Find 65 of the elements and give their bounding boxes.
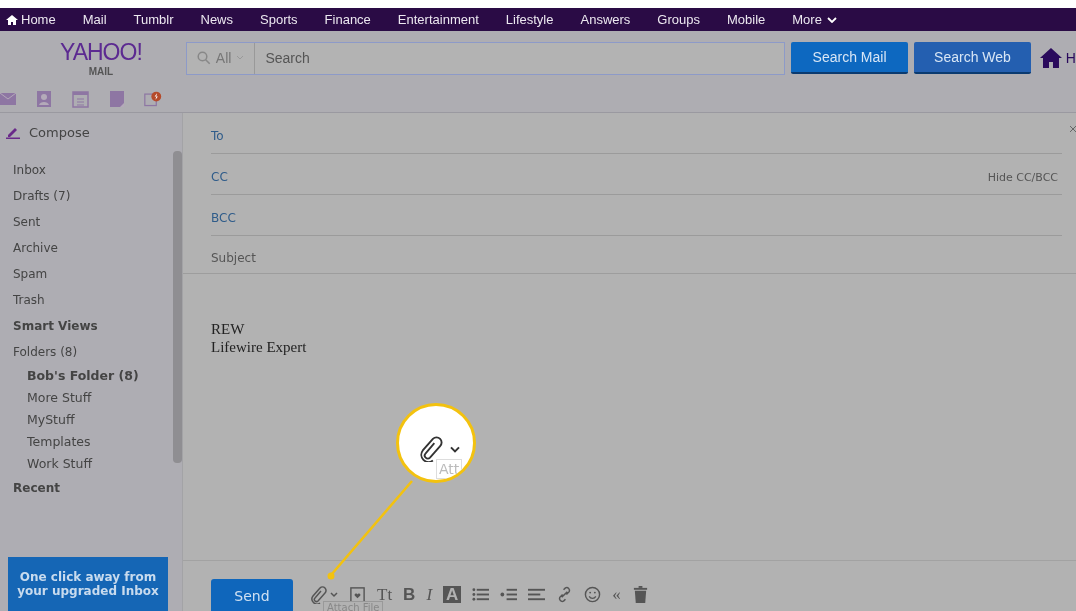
field-label: CC — [211, 170, 228, 184]
search-icon — [196, 51, 211, 65]
sidebar-item[interactable]: Folders (8) — [13, 339, 168, 365]
home-icon — [6, 13, 18, 26]
send-button[interactable]: Send — [211, 579, 293, 611]
message-text: Lifewire Expert — [211, 338, 308, 356]
home-icon[interactable] — [1038, 47, 1063, 69]
trash-icon[interactable] — [631, 586, 649, 603]
scrollbar[interactable] — [173, 151, 182, 463]
field-label: To — [211, 129, 224, 143]
nav-link[interactable]: Lifestyle — [505, 12, 554, 27]
upgrade-banner[interactable]: One click away from your upgraded Inbox — [8, 557, 168, 611]
nav-link[interactable]: News — [200, 12, 233, 27]
hide-cc-bcc-link[interactable]: Hide CC/BCC — [987, 170, 1058, 184]
sidebar-item[interactable]: Bob's Folder (8) — [13, 365, 168, 387]
nav-link[interactable]: Finance — [324, 12, 371, 27]
sidebar-item[interactable]: Trash — [13, 287, 168, 313]
nav-link[interactable]: Tumblr — [133, 12, 174, 27]
indent-icon[interactable] — [500, 586, 518, 603]
nav-link[interactable]: Mail — [82, 12, 107, 27]
field-label: BCC — [211, 211, 236, 225]
italic-button[interactable]: I — [426, 586, 433, 603]
attach-button[interactable] — [309, 585, 338, 604]
close-icon[interactable] — [1070, 126, 1076, 132]
sidebar-item[interactable]: Inbox — [13, 157, 168, 183]
search-button[interactable]: Search Web — [914, 42, 1031, 74]
paperclip-icon — [417, 436, 443, 462]
tooltip: Att — [436, 459, 463, 479]
text-color-button[interactable]: A — [443, 586, 462, 603]
nav-link[interactable]: Mobile — [727, 12, 766, 27]
compose-button[interactable]: Compose — [0, 113, 182, 151]
sidebar-item[interactable]: Sent — [13, 209, 168, 235]
sidebar-item[interactable]: More Stuff — [13, 387, 168, 409]
sidebar-item[interactable]: Recent — [13, 475, 168, 501]
nav-link[interactable]: Entertainment — [397, 12, 479, 27]
nav-link[interactable]: Answers — [580, 12, 631, 27]
pencil-icon — [6, 125, 20, 139]
nav-link[interactable]: More — [792, 12, 837, 27]
align-left-icon[interactable] — [528, 586, 546, 603]
sidebar-item[interactable]: Archive — [13, 235, 168, 261]
sidebar-item[interactable]: Drafts (7) — [13, 183, 168, 209]
toolbar-button[interactable]: « — [612, 586, 621, 603]
news-feed-icon[interactable] — [144, 89, 162, 108]
nav-link[interactable]: Groups — [657, 12, 700, 27]
paperclip-icon — [309, 585, 327, 604]
message-text: REW — [211, 320, 246, 338]
sidebar-item[interactable]: Templates — [13, 431, 168, 453]
sidebar-item[interactable]: MyStuff — [13, 409, 168, 431]
bullet-list-icon[interactable] — [472, 586, 490, 603]
cut-off-link[interactable]: H — [1065, 50, 1076, 66]
nav-link[interactable]: Sports — [260, 12, 298, 27]
sidebar-item[interactable]: Spam — [13, 261, 168, 287]
field-label: Subject — [211, 250, 256, 265]
toolbar-button[interactable]: Tt — [377, 586, 393, 603]
caret-icon — [236, 55, 245, 61]
caret-icon — [330, 591, 338, 598]
bold-button[interactable]: B — [403, 586, 416, 603]
emoji-icon[interactable] — [584, 586, 602, 603]
nav-link[interactable]: Home — [6, 12, 56, 27]
sidebar-item[interactable]: Work Stuff — [13, 453, 168, 475]
caret-icon — [826, 16, 837, 23]
caret-icon — [449, 446, 461, 454]
sidebar-item[interactable]: Smart Views — [13, 313, 168, 339]
search-button[interactable]: Search Mail — [791, 42, 908, 74]
yahoo-mail-logo[interactable]: YAHOO! MAIL — [26, 39, 176, 77]
